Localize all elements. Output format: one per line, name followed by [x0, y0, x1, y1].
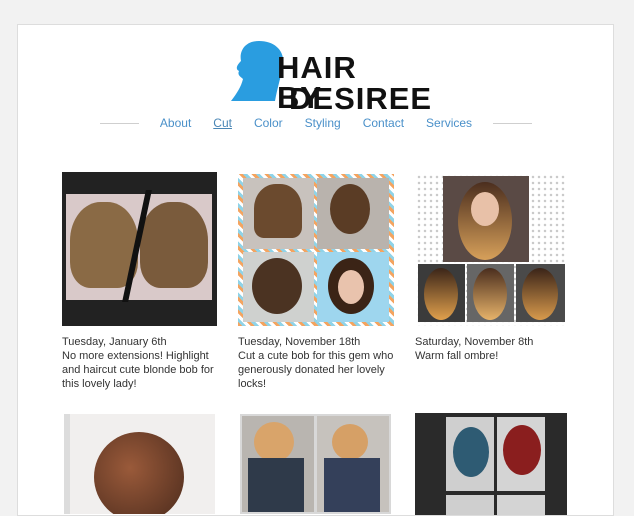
post-date-1: Tuesday, January 6th [62, 336, 167, 348]
post-image-6[interactable] [415, 413, 567, 515]
post-image-4[interactable] [64, 414, 215, 514]
post-image-3[interactable] [416, 174, 567, 326]
post-caption-1: Tuesday, January 6th No more extensions!… [62, 335, 222, 391]
nav-link-styling[interactable]: Styling [305, 116, 341, 130]
page-container: HAIR BY DESIREE About Cut Color Styling … [17, 24, 614, 516]
nav-divider-left [100, 122, 139, 124]
nav-divider-right [493, 122, 532, 124]
post-image-2[interactable] [238, 174, 394, 326]
post-text-2: Cut a cute bob for this gem who generous… [238, 350, 394, 390]
post-caption-2: Tuesday, November 18th Cut a cute bob fo… [238, 335, 398, 391]
nav-link-services[interactable]: Services [426, 116, 472, 130]
nav-link-color[interactable]: Color [254, 116, 283, 130]
post-caption-3: Saturday, November 8th Warm fall ombre! [415, 335, 575, 363]
post-date-2: Tuesday, November 18th [238, 336, 361, 348]
logo-text-line2: DESIREE [289, 81, 433, 116]
post-text-1: No more extensions! Highlight and haircu… [62, 350, 214, 390]
nav-link-about[interactable]: About [160, 116, 191, 130]
nav-link-contact[interactable]: Contact [363, 116, 404, 130]
post-image-5[interactable] [240, 414, 391, 514]
nav-link-cut[interactable]: Cut [213, 116, 232, 130]
site-logo[interactable]: HAIR BY DESIREE [229, 39, 431, 114]
post-image-1[interactable] [62, 172, 217, 326]
post-date-3: Saturday, November 8th [415, 336, 534, 348]
post-text-3: Warm fall ombre! [415, 350, 499, 362]
main-nav: About Cut Color Styling Contact Services [100, 113, 532, 133]
